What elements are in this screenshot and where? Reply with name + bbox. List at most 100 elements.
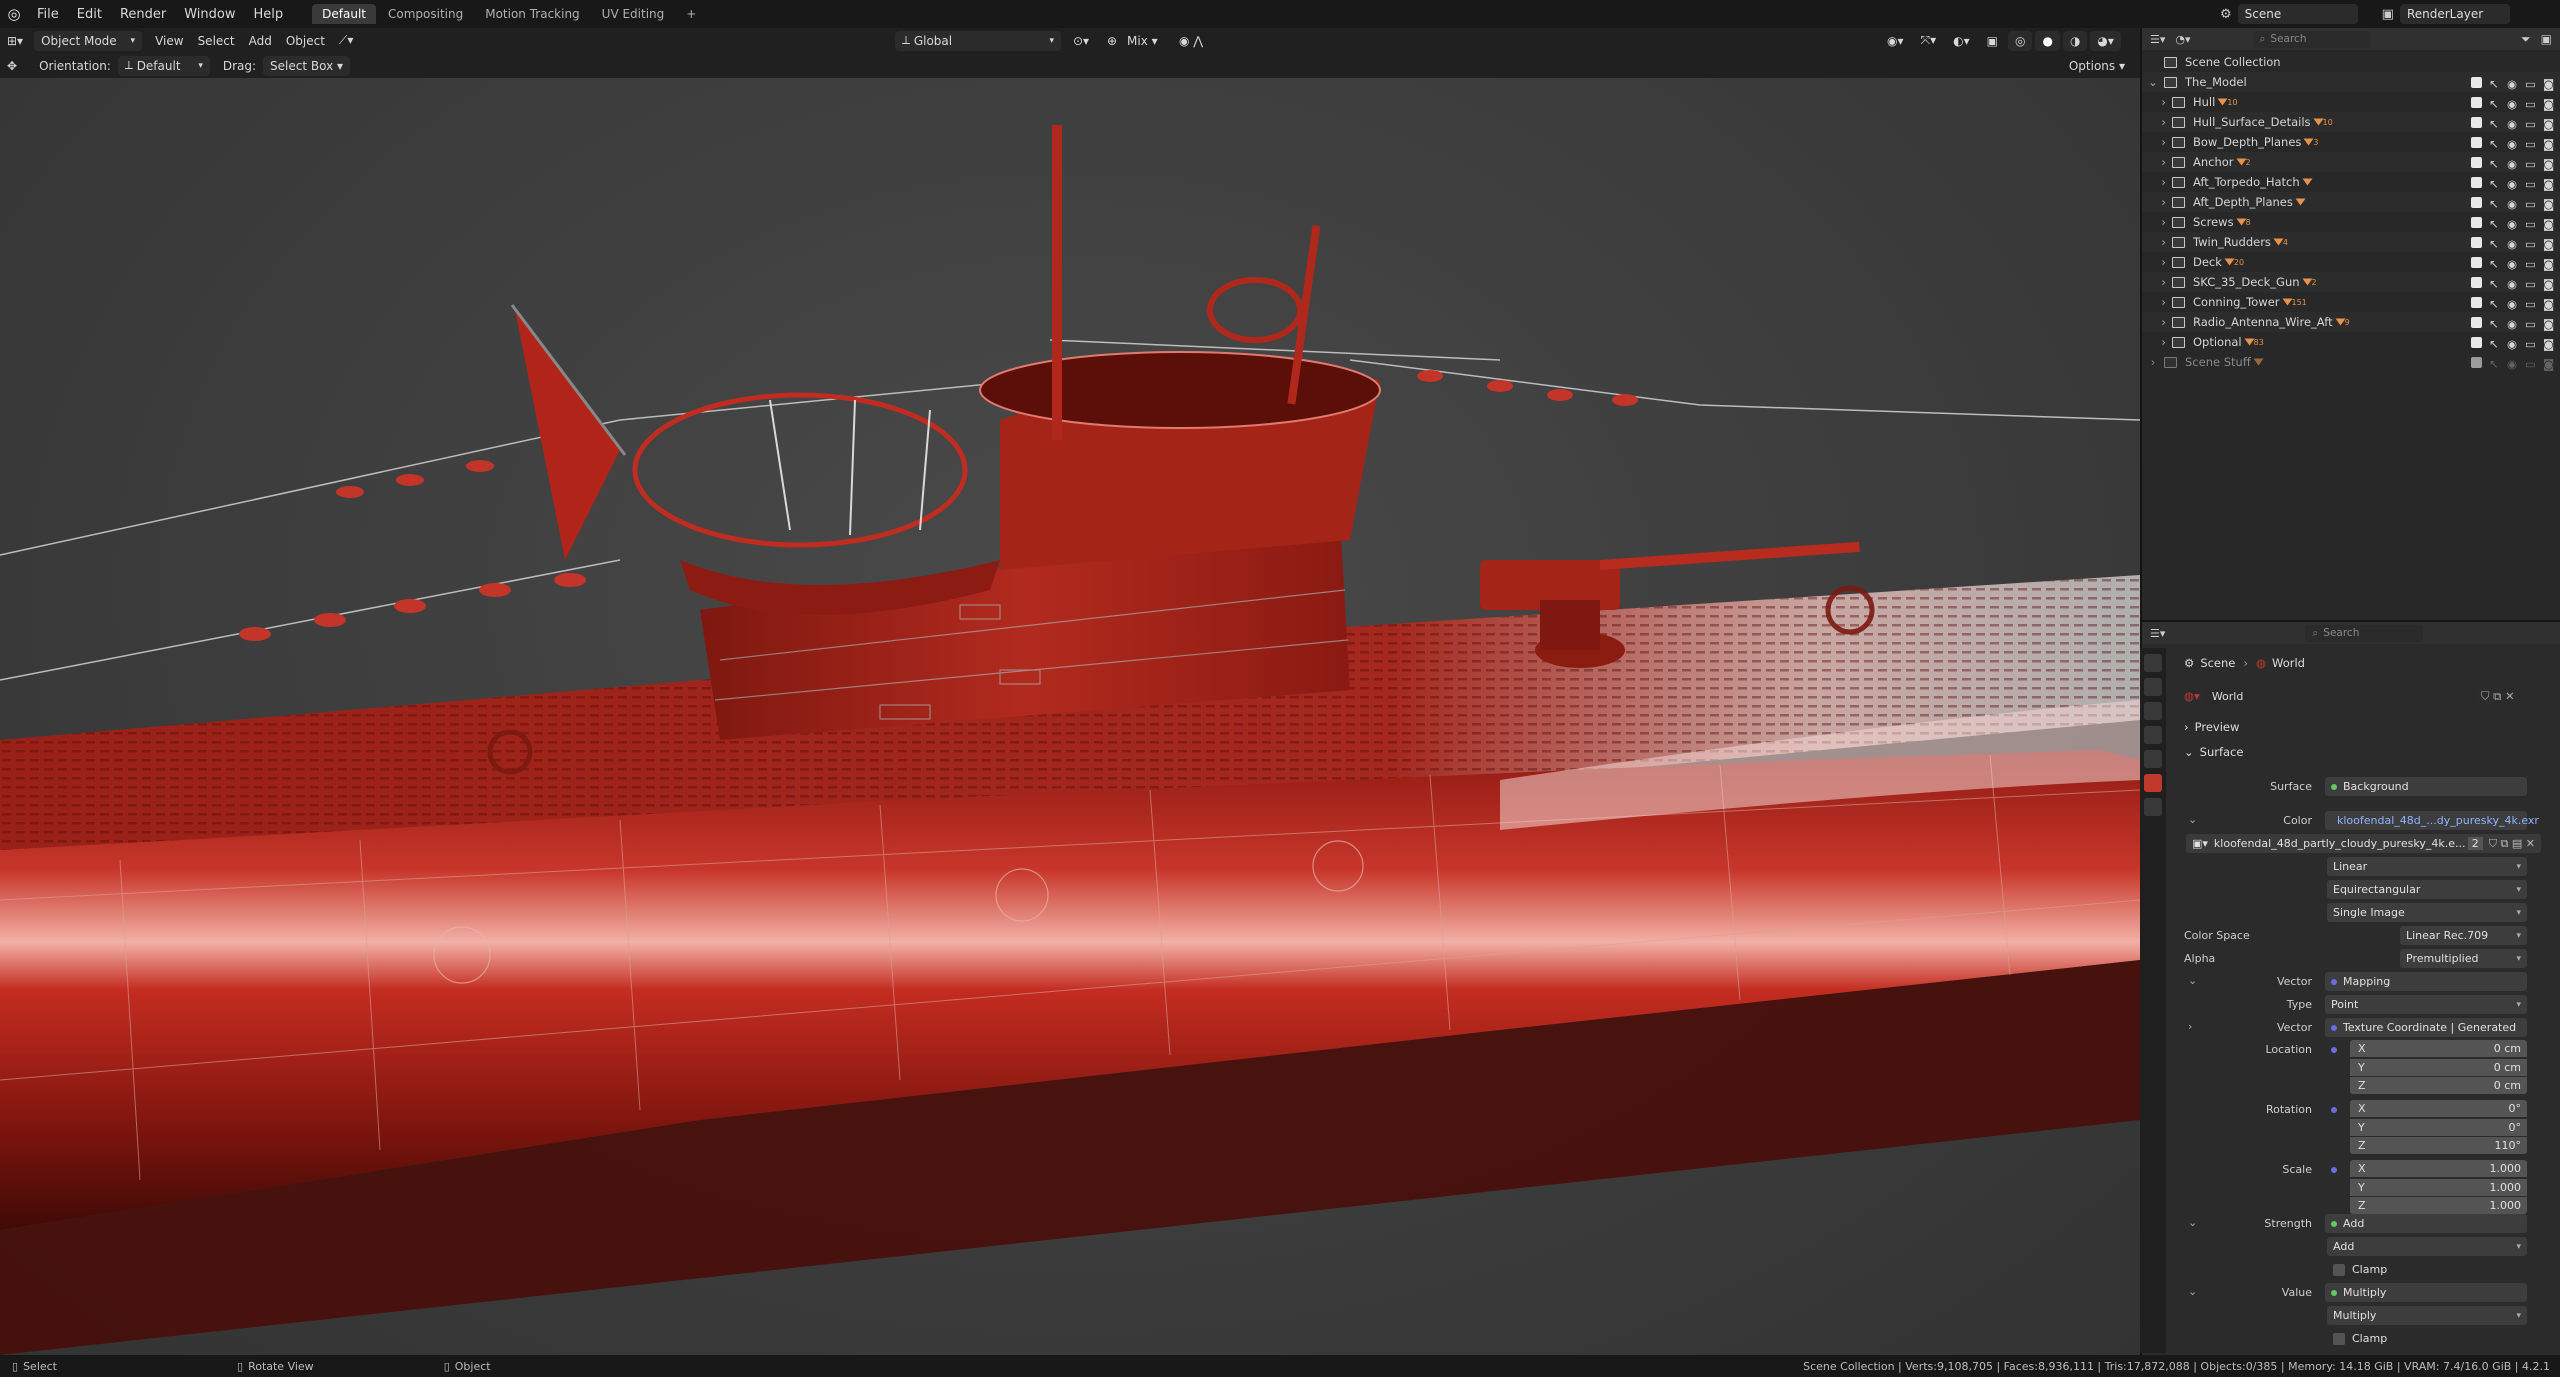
render-camera-icon[interactable]: ◙ xyxy=(2543,257,2554,271)
select-icon[interactable]: ↖ xyxy=(2489,297,2500,311)
orientation-dropdown[interactable]: ⟂ Default ▾ xyxy=(117,55,210,76)
expand-icon[interactable]: › xyxy=(2142,95,2172,109)
outliner-item[interactable]: › Aft_Torpedo_Hatch ↖ ◉ ▭ ◙ xyxy=(2142,172,2560,192)
world-name-field[interactable]: World xyxy=(2204,687,2475,705)
gizmo-icon[interactable]: ⤧▾ xyxy=(1914,31,1944,51)
property-socket-field[interactable]: Background xyxy=(2325,777,2527,796)
expand-icon[interactable]: › xyxy=(2142,335,2172,349)
property-dropdown[interactable]: Premultiplied ▾ xyxy=(2400,949,2527,968)
properties-editor-icon[interactable]: ☰▾ xyxy=(2150,627,2165,640)
vector-component-field[interactable]: X 0 cm xyxy=(2350,1040,2527,1057)
vector-component-field[interactable]: Y 0° xyxy=(2350,1118,2527,1136)
exclude-checkbox[interactable] xyxy=(2471,136,2482,148)
surface-panel-header[interactable]: ⌄ Surface xyxy=(2184,745,2243,759)
proportional-edit-icon[interactable]: ◉ ⋀ xyxy=(1172,31,1210,51)
editor-type-icon[interactable]: ⊞▾ xyxy=(0,31,30,51)
viewport-disable-icon[interactable]: ▭ xyxy=(2525,137,2536,151)
viewport-disable-icon[interactable]: ▭ xyxy=(2525,317,2536,331)
eye-icon[interactable]: ◉ xyxy=(2507,117,2518,131)
outliner-item[interactable]: › SKC_35_Deck_Gun 2 ↖ ◉ ▭ ◙ xyxy=(2142,272,2560,292)
socket-expand-icon[interactable]: › xyxy=(2188,1020,2192,1033)
property-socket-field[interactable]: Add xyxy=(2325,1214,2527,1233)
scene-icon[interactable]: ⚙ xyxy=(2220,7,2232,22)
render-camera-icon[interactable]: ◙ xyxy=(2543,337,2554,351)
display-mode-icon[interactable]: ◔▾ xyxy=(2175,33,2190,46)
visibility-toggles[interactable]: ↖ ◉ ▭ ◙ xyxy=(2471,316,2554,331)
clamp-checkbox[interactable]: Clamp xyxy=(2327,1260,2527,1279)
render-camera-icon[interactable]: ◙ xyxy=(2543,117,2554,131)
outliner-search-input[interactable]: ⌕ Search xyxy=(2252,30,2371,48)
exclude-checkbox[interactable] xyxy=(2471,196,2482,208)
viewport-disable-icon[interactable]: ▭ xyxy=(2525,257,2536,271)
select-icon[interactable]: ↖ xyxy=(2489,137,2500,151)
clamp-checkbox[interactable]: Clamp xyxy=(2327,1329,2527,1348)
view-layer-tab-icon[interactable] xyxy=(2144,726,2162,744)
expand-icon[interactable]: › xyxy=(2142,295,2172,309)
visibility-toggles[interactable]: ↖ ◉ ▭ ◙ xyxy=(2471,296,2554,311)
outliner-root[interactable]: Scene Collection xyxy=(2142,52,2560,72)
outliner-item[interactable]: › Bow_Depth_Planes 3 ↖ ◉ ▭ ◙ xyxy=(2142,132,2560,152)
eye-icon[interactable]: ◉ xyxy=(2507,177,2518,191)
select-icon[interactable]: ↖ xyxy=(2489,97,2500,111)
xray-icon[interactable]: ▣ xyxy=(1980,31,2005,51)
collection-visibility-toggles[interactable]: ↖ ◉ ▭ ◙ xyxy=(2471,76,2554,91)
select-icon[interactable]: ↖ xyxy=(2489,117,2500,131)
tab-motion-tracking[interactable]: Motion Tracking xyxy=(475,4,589,24)
eye-icon[interactable]: ◉ xyxy=(2507,197,2518,211)
texture-tab-icon[interactable] xyxy=(2144,798,2162,816)
socket-expand-icon[interactable]: ⌄ xyxy=(2188,813,2197,826)
menu-select[interactable]: Select xyxy=(191,31,242,51)
tool-tab-icon[interactable] xyxy=(2144,654,2162,672)
outliner-editor-icon[interactable]: ☰▾ xyxy=(2150,33,2165,46)
drag-dropdown[interactable]: Select Box ▾ xyxy=(263,55,351,76)
expand-icon[interactable]: › xyxy=(2142,195,2172,209)
world-datablock[interactable]: ◍▾ World ⛉ ⧉ ✕ xyxy=(2184,687,2544,705)
collection-scene-stuff[interactable]: › Scene Stuff ↖ ◉ ▭ ◙ xyxy=(2142,352,2560,372)
expand-icon[interactable]: › xyxy=(2142,255,2172,269)
exclude-checkbox[interactable] xyxy=(2471,156,2482,168)
scene-selector[interactable]: Scene xyxy=(2237,4,2358,24)
viewport-disable-icon[interactable]: ▭ xyxy=(2525,157,2536,171)
viewport-disable-icon[interactable]: ▭ xyxy=(2525,277,2536,291)
select-icon[interactable]: ↖ xyxy=(2489,237,2500,251)
properties-search-input[interactable]: ⌕ Search xyxy=(2305,624,2424,642)
visibility-toggles[interactable]: ↖ ◉ ▭ ◙ xyxy=(2471,156,2554,171)
pivot-icon[interactable]: ⊙▾ xyxy=(1066,31,1096,51)
fake-user-icon[interactable]: ⛉ ⧉ ✕ xyxy=(2481,689,2515,704)
vector-component-field[interactable]: Y 1.000 xyxy=(2350,1178,2527,1196)
tab-default[interactable]: Default xyxy=(312,4,376,24)
socket-expand-icon[interactable]: ⌄ xyxy=(2188,974,2197,987)
outliner-item[interactable]: › Screws 8 ↖ ◉ ▭ ◙ xyxy=(2142,212,2560,232)
viewport-disable-icon[interactable]: ▭ xyxy=(2525,177,2536,191)
overlay-icon[interactable]: ◐▾ xyxy=(1946,31,1977,51)
outliner-item[interactable]: › Hull_Surface_Details 10 ↖ ◉ ▭ ◙ xyxy=(2142,112,2560,132)
select-icon[interactable]: ↖ xyxy=(2489,177,2500,191)
render-camera-icon[interactable]: ◙ xyxy=(2543,197,2554,211)
property-dropdown[interactable]: Add ▾ xyxy=(2327,1237,2527,1256)
filter-icon[interactable]: ⏷ xyxy=(2521,32,2531,47)
view-layer-icon[interactable]: ▣ xyxy=(2382,7,2394,22)
blender-logo-icon[interactable]: ◎ xyxy=(0,5,28,23)
visibility-toggles[interactable]: ↖ ◉ ▭ ◙ xyxy=(2471,176,2554,191)
render-camera-icon[interactable]: ◙ xyxy=(2543,137,2554,151)
menu-add[interactable]: Add xyxy=(242,31,279,51)
image-datablock[interactable]: ▣▾ kloofendal_48d_partly_cloudy_puresky_4… xyxy=(2186,834,2541,853)
add-workspace-button[interactable]: + xyxy=(676,4,706,24)
vector-component-field[interactable]: Z 0 cm xyxy=(2350,1077,2527,1094)
menu-object[interactable]: Object xyxy=(279,31,332,51)
vector-component-field[interactable]: X 0° xyxy=(2350,1100,2527,1117)
output-tab-icon[interactable] xyxy=(2144,702,2162,720)
property-socket-field[interactable]: Texture Coordinate | Generated xyxy=(2325,1018,2527,1037)
viewport-disable-icon[interactable]: ▭ xyxy=(2525,297,2536,311)
outliner-item[interactable]: › Optional 83 ↖ ◉ ▭ ◙ xyxy=(2142,332,2560,352)
visibility-toggles[interactable]: ↖ ◉ ▭ ◙ xyxy=(2471,136,2554,151)
property-dropdown[interactable]: Single Image ▾ xyxy=(2327,903,2527,922)
expand-icon[interactable]: › xyxy=(2142,175,2172,189)
visibility-toggles[interactable]: ↖ ◉ ▭ ◙ xyxy=(2471,276,2554,291)
expand-icon[interactable]: › xyxy=(2142,115,2172,129)
outliner-item[interactable]: › Radio_Antenna_Wire_Aft 9 ↖ ◉ ▭ ◙ xyxy=(2142,312,2560,332)
property-dropdown[interactable]: Linear ▾ xyxy=(2327,857,2527,876)
shading-wireframe-icon[interactable]: ◎ xyxy=(2007,30,2033,51)
property-socket-field[interactable]: kloofendal_48d_...dy_puresky_4k.exr xyxy=(2325,811,2539,830)
collection-visibility-toggles[interactable]: ↖ ◉ ▭ ◙ xyxy=(2471,356,2554,371)
